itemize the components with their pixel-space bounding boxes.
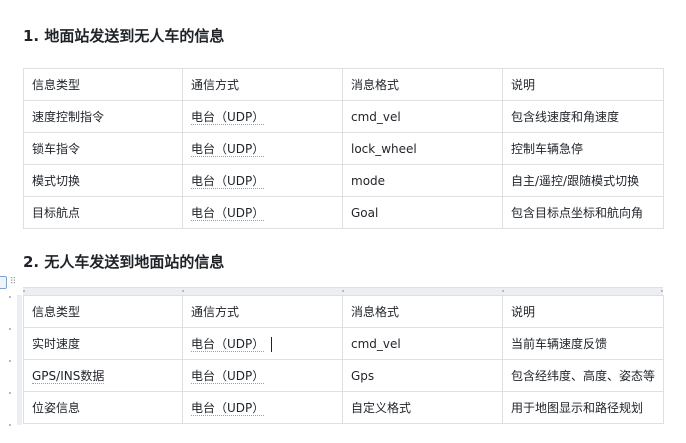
table-select-handle-icon[interactable] bbox=[0, 276, 7, 289]
header-cell[interactable]: 说明 bbox=[502, 68, 664, 101]
table-row: 模式切换 电台（UDP） mode 自主/遥控/跟随模式切换 bbox=[23, 164, 664, 197]
section-2-heading: 2. 无人车发送到地面站的信息 bbox=[23, 253, 225, 271]
table-cell[interactable]: 电台（UDP） bbox=[182, 164, 343, 197]
cell-text: 电台（UDP） bbox=[191, 337, 265, 352]
table-row: 实时速度 电台（UDP） cmd_vel 当前车辆速度反馈 bbox=[23, 327, 664, 360]
table-cell[interactable]: 自定义格式 bbox=[342, 391, 503, 424]
cell-text: 电台（UDP） bbox=[191, 206, 265, 221]
header-cell[interactable]: 消息格式 bbox=[342, 68, 503, 101]
table-cell[interactable]: 包含经纬度、高度、姿态等 bbox=[502, 359, 664, 392]
table-row: GPS/INS数据 电台（UDP） Gps 包含经纬度、高度、姿态等 bbox=[23, 359, 664, 392]
header-cell[interactable]: 信息类型 bbox=[23, 295, 183, 328]
table-cell[interactable]: cmd_vel bbox=[342, 100, 503, 133]
table-cell[interactable]: 模式切换 bbox=[23, 164, 183, 197]
ground-to-vehicle-table[interactable]: 信息类型 通信方式 消息格式 说明 速度控制指令 电台（UDP） cmd_vel… bbox=[23, 68, 664, 229]
table-cell[interactable]: 位姿信息 bbox=[23, 391, 183, 424]
table-cell[interactable]: 电台（UDP） bbox=[182, 359, 343, 392]
table-cell[interactable]: 电台（UDP） bbox=[182, 100, 343, 133]
table-cell[interactable]: 目标航点 bbox=[23, 196, 183, 229]
table-cell[interactable]: cmd_vel bbox=[342, 327, 503, 360]
table-header-row: 信息类型 通信方式 消息格式 说明 bbox=[23, 295, 664, 328]
table-header-row: 信息类型 通信方式 消息格式 说明 bbox=[23, 68, 664, 101]
table-cell[interactable]: mode bbox=[342, 164, 503, 197]
text-cursor bbox=[271, 337, 273, 352]
table-row: 锁车指令 电台（UDP） lock_wheel 控制车辆急停 bbox=[23, 132, 664, 165]
column-selector-bar[interactable] bbox=[23, 287, 663, 295]
header-cell[interactable]: 通信方式 bbox=[182, 295, 343, 328]
cell-text: 电台（UDP） bbox=[191, 110, 265, 125]
drag-handle-icon[interactable]: ⠿ bbox=[8, 277, 18, 287]
table-cell[interactable]: Gps bbox=[342, 359, 503, 392]
table-row: 目标航点 电台（UDP） Goal 包含目标点坐标和航向角 bbox=[23, 196, 664, 229]
table-row: 位姿信息 电台（UDP） 自定义格式 用于地图显示和路径规划 bbox=[23, 391, 664, 424]
table-cell[interactable]: 电台（UDP） bbox=[182, 132, 343, 165]
cell-text: GPS/INS数据 bbox=[32, 369, 105, 384]
table-cell[interactable]: 包含目标点坐标和航向角 bbox=[502, 196, 664, 229]
table-cell[interactable]: lock_wheel bbox=[342, 132, 503, 165]
table-cell[interactable]: 电台（UDP） bbox=[182, 391, 343, 424]
table-cell[interactable]: 锁车指令 bbox=[23, 132, 183, 165]
table-cell-active[interactable]: 电台（UDP） bbox=[182, 327, 343, 360]
table-cell[interactable]: 实时速度 bbox=[23, 327, 183, 360]
table-cell[interactable]: GPS/INS数据 bbox=[23, 359, 183, 392]
table-row: 速度控制指令 电台（UDP） cmd_vel 包含线速度和角速度 bbox=[23, 100, 664, 133]
cell-text: 电台（UDP） bbox=[191, 174, 265, 189]
header-cell[interactable]: 消息格式 bbox=[342, 295, 503, 328]
header-cell[interactable]: 信息类型 bbox=[23, 68, 183, 101]
section-1-heading: 1. 地面站发送到无人车的信息 bbox=[23, 27, 225, 45]
table-cell[interactable]: 包含线速度和角速度 bbox=[502, 100, 664, 133]
vehicle-to-ground-table[interactable]: 信息类型 通信方式 消息格式 说明 实时速度 电台（UDP） cmd_vel 当… bbox=[23, 295, 664, 424]
table-cell[interactable]: 自主/遥控/跟随模式切换 bbox=[502, 164, 664, 197]
table-cell[interactable]: 当前车辆速度反馈 bbox=[502, 327, 664, 360]
row-selector-bar[interactable] bbox=[17, 295, 22, 425]
table-cell[interactable]: 控制车辆急停 bbox=[502, 132, 664, 165]
table-cell[interactable]: Goal bbox=[342, 196, 503, 229]
table-cell[interactable]: 用于地图显示和路径规划 bbox=[502, 391, 664, 424]
cell-text: 电台（UDP） bbox=[191, 401, 265, 416]
header-cell[interactable]: 通信方式 bbox=[182, 68, 343, 101]
cell-text: 电台（UDP） bbox=[191, 369, 265, 384]
table-cell[interactable]: 电台（UDP） bbox=[182, 196, 343, 229]
table-cell[interactable]: 速度控制指令 bbox=[23, 100, 183, 133]
header-cell[interactable]: 说明 bbox=[502, 295, 664, 328]
cell-text: 电台（UDP） bbox=[191, 142, 265, 157]
